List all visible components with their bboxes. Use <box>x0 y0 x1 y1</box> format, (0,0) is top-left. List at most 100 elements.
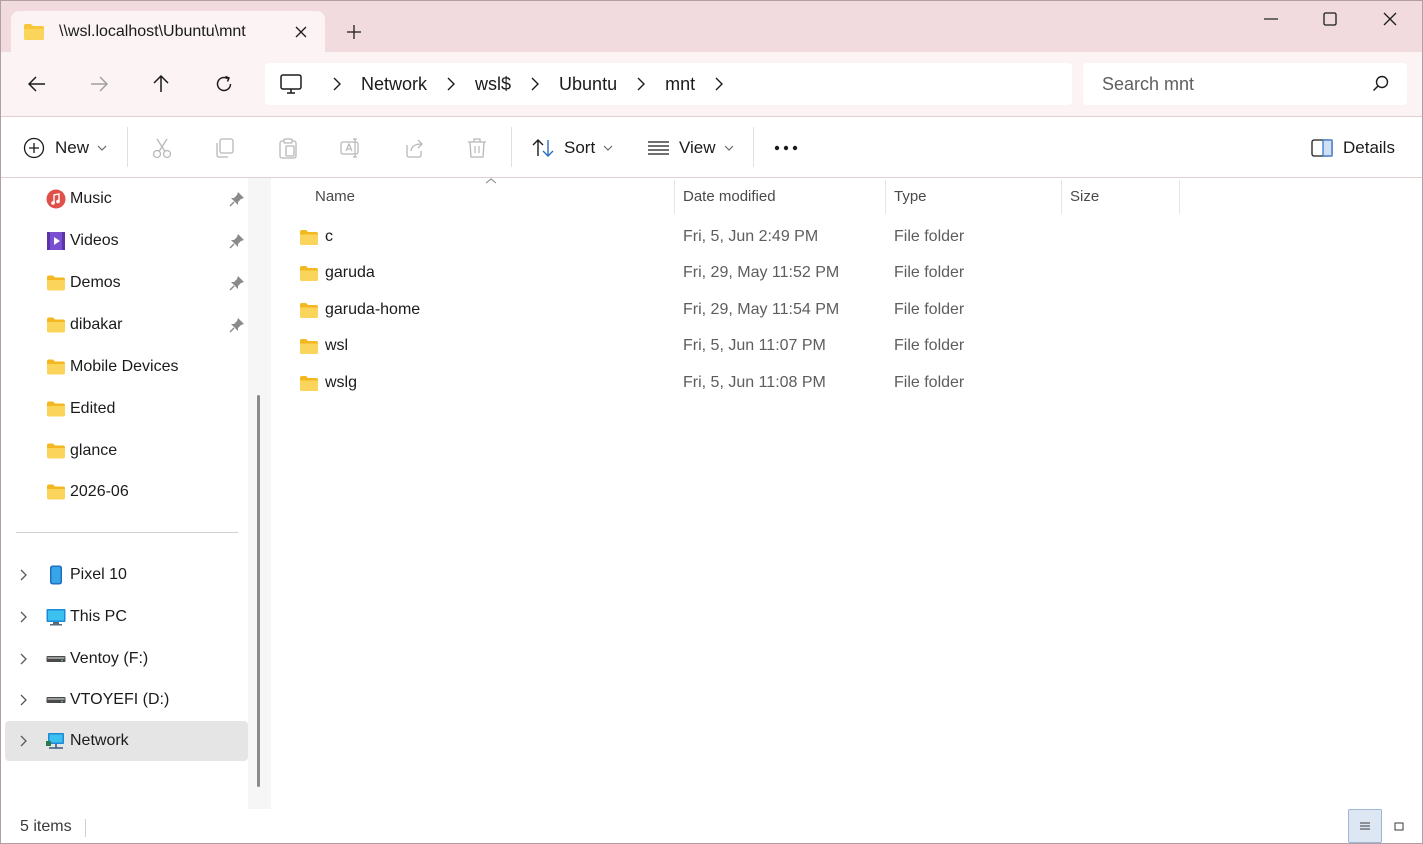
sort-button[interactable]: Sort <box>532 129 613 167</box>
trash-icon <box>468 138 486 158</box>
nav-item-ventoy[interactable]: Ventoy (F:) <box>0 639 248 679</box>
chevron-down-icon <box>603 145 613 151</box>
column-divider[interactable] <box>885 180 886 214</box>
drive-icon <box>46 697 66 703</box>
view-button[interactable]: View <box>648 129 734 167</box>
copy-button[interactable] <box>214 129 236 167</box>
table-row[interactable]: c Fri, 5, Jun 2:49 PM File folder <box>289 219 1399 255</box>
chevron-right-icon[interactable] <box>713 77 725 91</box>
chevron-right-icon[interactable] <box>529 77 541 91</box>
nav-item-mobile-devices[interactable]: Mobile Devices <box>0 347 248 387</box>
new-button[interactable]: New <box>23 129 107 167</box>
table-row[interactable]: wslg Fri, 5, Jun 11:08 PM File folder <box>289 365 1399 401</box>
divider <box>16 532 238 533</box>
column-header-date[interactable]: Date modified <box>683 178 776 214</box>
command-bar: New Sort View Details <box>0 117 1423 177</box>
close-tab-button[interactable] <box>283 14 319 50</box>
pin-icon[interactable] <box>229 317 245 333</box>
forward-button[interactable] <box>79 64 119 104</box>
nav-item-2026-06[interactable]: 2026-06 <box>0 472 248 512</box>
paste-button[interactable] <box>277 129 299 167</box>
view-label: View <box>679 138 716 157</box>
back-button[interactable] <box>17 64 57 104</box>
folder-icon <box>300 338 318 354</box>
breadcrumb-mnt[interactable]: mnt <box>665 74 695 95</box>
chevron-right-icon[interactable] <box>635 77 647 91</box>
delete-button[interactable] <box>466 129 488 167</box>
chevron-right-icon[interactable] <box>331 77 343 91</box>
nav-item-music[interactable]: Music <box>0 179 248 219</box>
nav-item-label: Mobile Devices <box>70 358 179 375</box>
nav-item-this-pc[interactable]: This PC <box>0 597 248 637</box>
this-pc-icon <box>46 609 66 626</box>
minimize-button[interactable] <box>1241 0 1301 38</box>
nav-item-label: 2026-06 <box>70 483 129 500</box>
nav-item-label: dibakar <box>70 316 123 333</box>
folder-icon <box>47 484 65 500</box>
nav-item-glance[interactable]: glance <box>0 431 248 471</box>
details-view-toggle[interactable] <box>1348 809 1382 843</box>
pin-icon[interactable] <box>229 275 245 291</box>
tab-current[interactable]: \\wsl.localhost\Ubuntu\mnt <box>11 11 325 52</box>
nav-item-vtoyefi[interactable]: VTOYEFI (D:) <box>0 680 248 720</box>
computer-icon[interactable] <box>279 73 303 95</box>
column-header-name[interactable]: Name <box>315 178 355 214</box>
breadcrumb-network[interactable]: Network <box>361 74 427 95</box>
file-name: wsl <box>325 337 349 354</box>
chevron-right-icon[interactable] <box>18 693 30 707</box>
search-input[interactable] <box>1102 73 1371 95</box>
refresh-button[interactable] <box>204 64 244 104</box>
table-row[interactable]: garuda-home Fri, 29, May 11:54 PM File f… <box>289 292 1399 328</box>
folder-icon <box>47 401 65 417</box>
breadcrumb-ubuntu[interactable]: Ubuntu <box>559 74 617 95</box>
chevron-right-icon[interactable] <box>18 568 30 582</box>
more-options-button[interactable] <box>774 129 798 167</box>
tiles-view-icon <box>1394 822 1404 830</box>
column-header-size[interactable]: Size <box>1070 178 1099 214</box>
new-tab-button[interactable] <box>338 16 370 48</box>
column-divider[interactable] <box>1061 180 1062 214</box>
arrow-up-icon <box>153 75 169 92</box>
nav-item-edited[interactable]: Edited <box>0 389 248 429</box>
nav-item-pixel-10[interactable]: Pixel 10 <box>0 555 248 595</box>
nav-item-demos[interactable]: Demos <box>0 263 248 303</box>
chevron-right-icon[interactable] <box>18 652 30 666</box>
table-row[interactable]: wsl Fri, 5, Jun 11:07 PM File folder <box>289 328 1399 364</box>
nav-item-label: glance <box>70 442 118 459</box>
table-row[interactable]: garuda Fri, 29, May 11:52 PM File folder <box>289 255 1399 291</box>
rename-button[interactable] <box>340 129 362 167</box>
nav-scrollbar-thumb[interactable] <box>257 395 260 787</box>
file-date: Fri, 29, May 11:52 PM <box>683 264 840 281</box>
paste-icon <box>279 138 297 159</box>
folder-icon <box>300 265 318 281</box>
close-window-button[interactable] <box>1360 0 1420 38</box>
folder-icon <box>47 275 65 291</box>
chevron-right-icon[interactable] <box>18 734 30 748</box>
divider <box>127 127 128 167</box>
nav-item-label: This PC <box>70 608 127 625</box>
nav-item-label: Music <box>70 190 112 207</box>
search-box[interactable] <box>1083 63 1407 105</box>
column-divider[interactable] <box>1179 180 1180 214</box>
breadcrumb-wsl[interactable]: wsl$ <box>475 74 511 95</box>
pin-icon[interactable] <box>229 233 245 249</box>
copy-icon <box>216 138 234 158</box>
chevron-right-icon[interactable] <box>18 610 30 624</box>
cut-button[interactable] <box>151 129 173 167</box>
nav-item-dibakar[interactable]: dibakar <box>0 305 248 345</box>
pin-icon[interactable] <box>229 191 245 207</box>
up-button[interactable] <box>141 64 181 104</box>
chevron-right-icon[interactable] <box>445 77 457 91</box>
maximize-button[interactable] <box>1300 0 1360 38</box>
column-divider[interactable] <box>674 180 675 214</box>
nav-item-label: Videos <box>70 232 119 249</box>
address-bar[interactable]: Network wsl$ Ubuntu mnt <box>265 63 1072 105</box>
column-header-type[interactable]: Type <box>894 178 927 214</box>
tiles-view-toggle[interactable] <box>1382 809 1416 843</box>
share-button[interactable] <box>403 129 425 167</box>
nav-item-network[interactable]: Network <box>5 721 248 761</box>
details-button[interactable]: Details <box>1311 129 1395 167</box>
details-label: Details <box>1343 138 1395 157</box>
nav-item-videos[interactable]: Videos <box>0 221 248 261</box>
search-icon[interactable] <box>1371 74 1391 94</box>
